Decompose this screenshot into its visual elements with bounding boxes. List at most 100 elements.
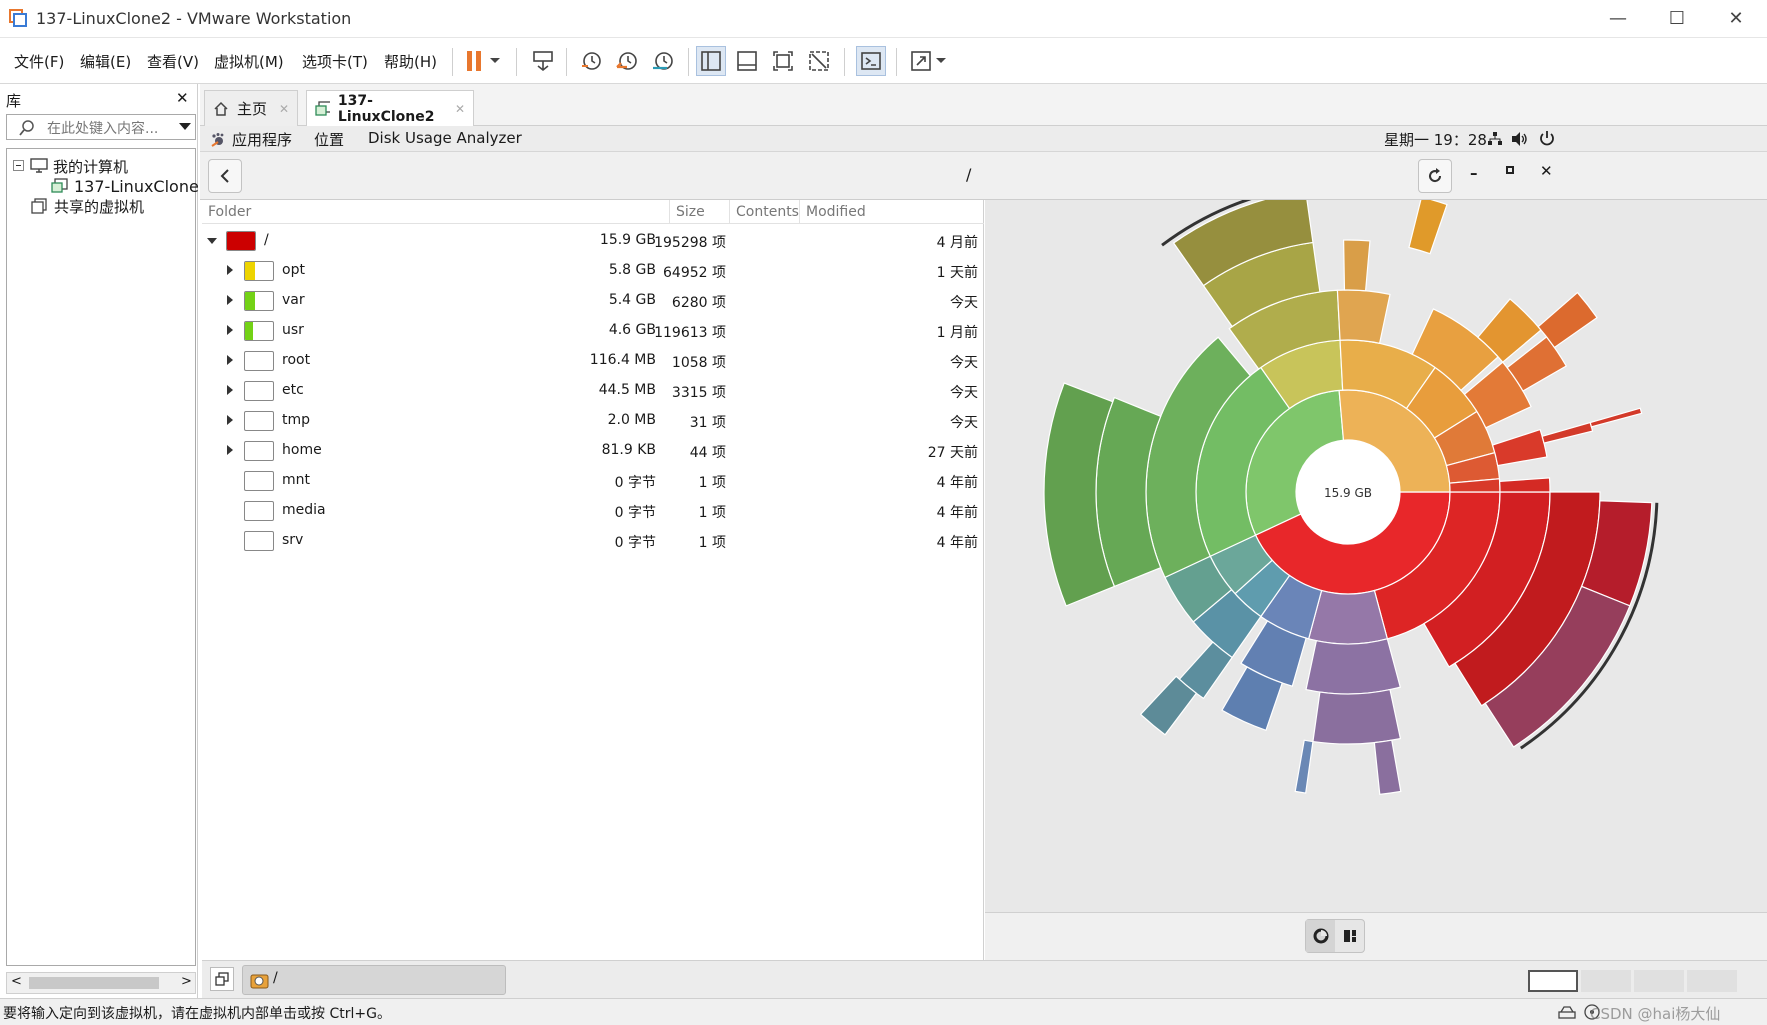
snapshot-icon[interactable]	[576, 46, 606, 76]
workspace-3[interactable]	[1634, 970, 1684, 992]
column-header-modified[interactable]: Modified	[800, 200, 984, 224]
expander-icon[interactable]	[227, 355, 233, 365]
expander-icon[interactable]	[207, 238, 217, 244]
menu-help[interactable]: 帮助(H)	[384, 51, 437, 72]
table-row[interactable]: root 116.4 MB 1058 项 今天	[202, 346, 984, 376]
library-search-input[interactable]: 在此处键入内容...	[6, 114, 196, 140]
power-icon[interactable]	[1538, 130, 1556, 148]
revert-snapshot-icon[interactable]	[612, 46, 642, 76]
chevron-down-icon[interactable]	[179, 123, 191, 131]
sunburst-segment[interactable]	[1307, 589, 1389, 645]
expander-icon[interactable]	[227, 415, 233, 425]
column-header-folder[interactable]: Folder	[202, 200, 670, 224]
gnome-places-menu[interactable]: 位置	[314, 129, 344, 150]
library-close-button[interactable]: ✕	[176, 89, 189, 107]
gnome-applications-menu[interactable]: 应用程序	[232, 129, 292, 150]
sunburst-segment[interactable]	[1342, 239, 1371, 292]
expander-icon[interactable]	[227, 265, 233, 275]
app-close-button[interactable]: ✕	[1540, 162, 1553, 180]
sunburst-segment[interactable]	[1498, 477, 1551, 493]
workspace-4[interactable]	[1687, 970, 1737, 992]
table-row[interactable]: usr 4.6 GB 119613 项 1 月前	[202, 316, 984, 346]
full-screen-icon[interactable]	[768, 46, 798, 76]
usage-swatch	[226, 231, 256, 251]
show-library-icon[interactable]	[696, 46, 726, 76]
vm-tabs: 主页 ✕ 137-LinuxClone2 ✕	[200, 84, 1767, 126]
gnome-active-app[interactable]: Disk Usage Analyzer	[368, 129, 522, 147]
taskbar-window-button[interactable]: /	[242, 965, 506, 995]
tree-item-vm[interactable]: 137-LinuxClone	[51, 175, 199, 197]
back-button[interactable]	[208, 159, 242, 193]
tree-item-my-computer[interactable]: 我的计算机	[13, 155, 128, 177]
sunburst-segment[interactable]	[1408, 196, 1448, 255]
volume-icon[interactable]	[1511, 131, 1529, 147]
table-row[interactable]: mnt 0 字节 1 项 4 年前	[202, 466, 984, 496]
menu-edit[interactable]: 编辑(E)	[80, 51, 131, 72]
menu-view[interactable]: 查看(V)	[147, 51, 199, 72]
menu-file[interactable]: 文件(F)	[14, 51, 64, 72]
table-row[interactable]: / 15.9 GB 195298 项 4 月前	[202, 226, 984, 256]
vmware-logo-icon	[9, 9, 27, 27]
rings-chart-button[interactable]	[1306, 920, 1335, 952]
menu-vm[interactable]: 虚拟机(M)	[214, 51, 284, 72]
scroll-left-icon[interactable]: <	[11, 974, 22, 989]
collapse-icon[interactable]	[13, 160, 25, 172]
tab-close-button[interactable]: ✕	[279, 102, 289, 116]
close-button[interactable]: ✕	[1716, 6, 1756, 32]
snapshot-manager-icon[interactable]	[648, 46, 678, 76]
chevron-down-icon[interactable]	[486, 46, 504, 76]
sunburst-segment[interactable]	[1336, 289, 1391, 345]
tree-item-shared-vms[interactable]: 共享的虚拟机	[31, 195, 144, 217]
column-header-size[interactable]: Size	[670, 200, 730, 224]
network-icon[interactable]	[1487, 131, 1503, 147]
scroll-right-icon[interactable]: >	[181, 974, 192, 989]
search-placeholder: 在此处键入内容...	[47, 121, 159, 137]
sunburst-segment[interactable]	[1491, 428, 1548, 467]
table-row[interactable]: opt 5.8 GB 64952 项 1 天前	[202, 256, 984, 286]
hard-disk-icon[interactable]	[1558, 1004, 1576, 1020]
sunburst-segment[interactable]	[1589, 407, 1643, 428]
expander-icon[interactable]	[227, 325, 233, 335]
expander-icon[interactable]	[227, 295, 233, 305]
send-ctrl-alt-del-icon[interactable]	[528, 46, 558, 76]
search-icon	[19, 120, 34, 136]
sunburst-chart[interactable]: 15.9 GB	[985, 184, 1767, 912]
sunburst-segment[interactable]	[1305, 638, 1402, 695]
sunburst-segment[interactable]	[1294, 739, 1314, 794]
sunburst-segment[interactable]	[1541, 421, 1594, 444]
sunburst-segment[interactable]	[1312, 688, 1402, 745]
app-minimize-button[interactable]: –	[1470, 164, 1478, 182]
table-row[interactable]: etc 44.5 MB 3315 项 今天	[202, 376, 984, 406]
unity-icon[interactable]	[804, 46, 834, 76]
library-horizontal-scrollbar[interactable]: < >	[6, 972, 196, 994]
gnome-top-bar: 应用程序 位置 Disk Usage Analyzer 星期一 19：28	[200, 126, 1767, 152]
refresh-button[interactable]	[1418, 159, 1452, 193]
gnome-clock[interactable]: 星期一 19：28	[1384, 129, 1487, 150]
treemap-chart-button[interactable]	[1335, 920, 1364, 952]
minimize-button[interactable]: —	[1598, 6, 1638, 32]
table-row[interactable]: srv 0 字节 1 项 4 年前	[202, 526, 984, 556]
tab-close-button[interactable]: ✕	[455, 102, 465, 116]
expander-icon[interactable]	[227, 445, 233, 455]
tab-vm[interactable]: 137-LinuxClone2 ✕	[306, 90, 474, 126]
menu-tabs[interactable]: 选项卡(T)	[302, 51, 368, 72]
table-row[interactable]: home 81.9 KB 44 项 27 天前	[202, 436, 984, 466]
folder-size: 116.4 MB	[589, 352, 656, 368]
table-row[interactable]: tmp 2.0 MB 31 项 今天	[202, 406, 984, 436]
column-header-contents[interactable]: Contents	[730, 200, 800, 224]
scrollbar-thumb[interactable]	[29, 977, 159, 989]
console-view-icon[interactable]	[856, 46, 886, 76]
tab-home[interactable]: 主页 ✕	[204, 90, 298, 126]
chevron-down-icon[interactable]	[932, 46, 950, 76]
expander-icon[interactable]	[227, 385, 233, 395]
app-maximize-button[interactable]	[1506, 166, 1514, 174]
table-row[interactable]: var 5.4 GB 6280 项 今天	[202, 286, 984, 316]
thumbnail-bar-icon[interactable]	[732, 46, 762, 76]
show-desktop-button[interactable]	[210, 967, 234, 991]
workspace-1[interactable]	[1528, 970, 1578, 992]
maximize-button[interactable]: ☐	[1657, 6, 1697, 32]
table-row[interactable]: media 0 字节 1 项 4 年前	[202, 496, 984, 526]
workspace-2[interactable]	[1581, 970, 1631, 992]
library-tree: 我的计算机 137-LinuxClone 共享的虚拟机	[6, 148, 199, 966]
sunburst-segment[interactable]	[1373, 739, 1402, 795]
